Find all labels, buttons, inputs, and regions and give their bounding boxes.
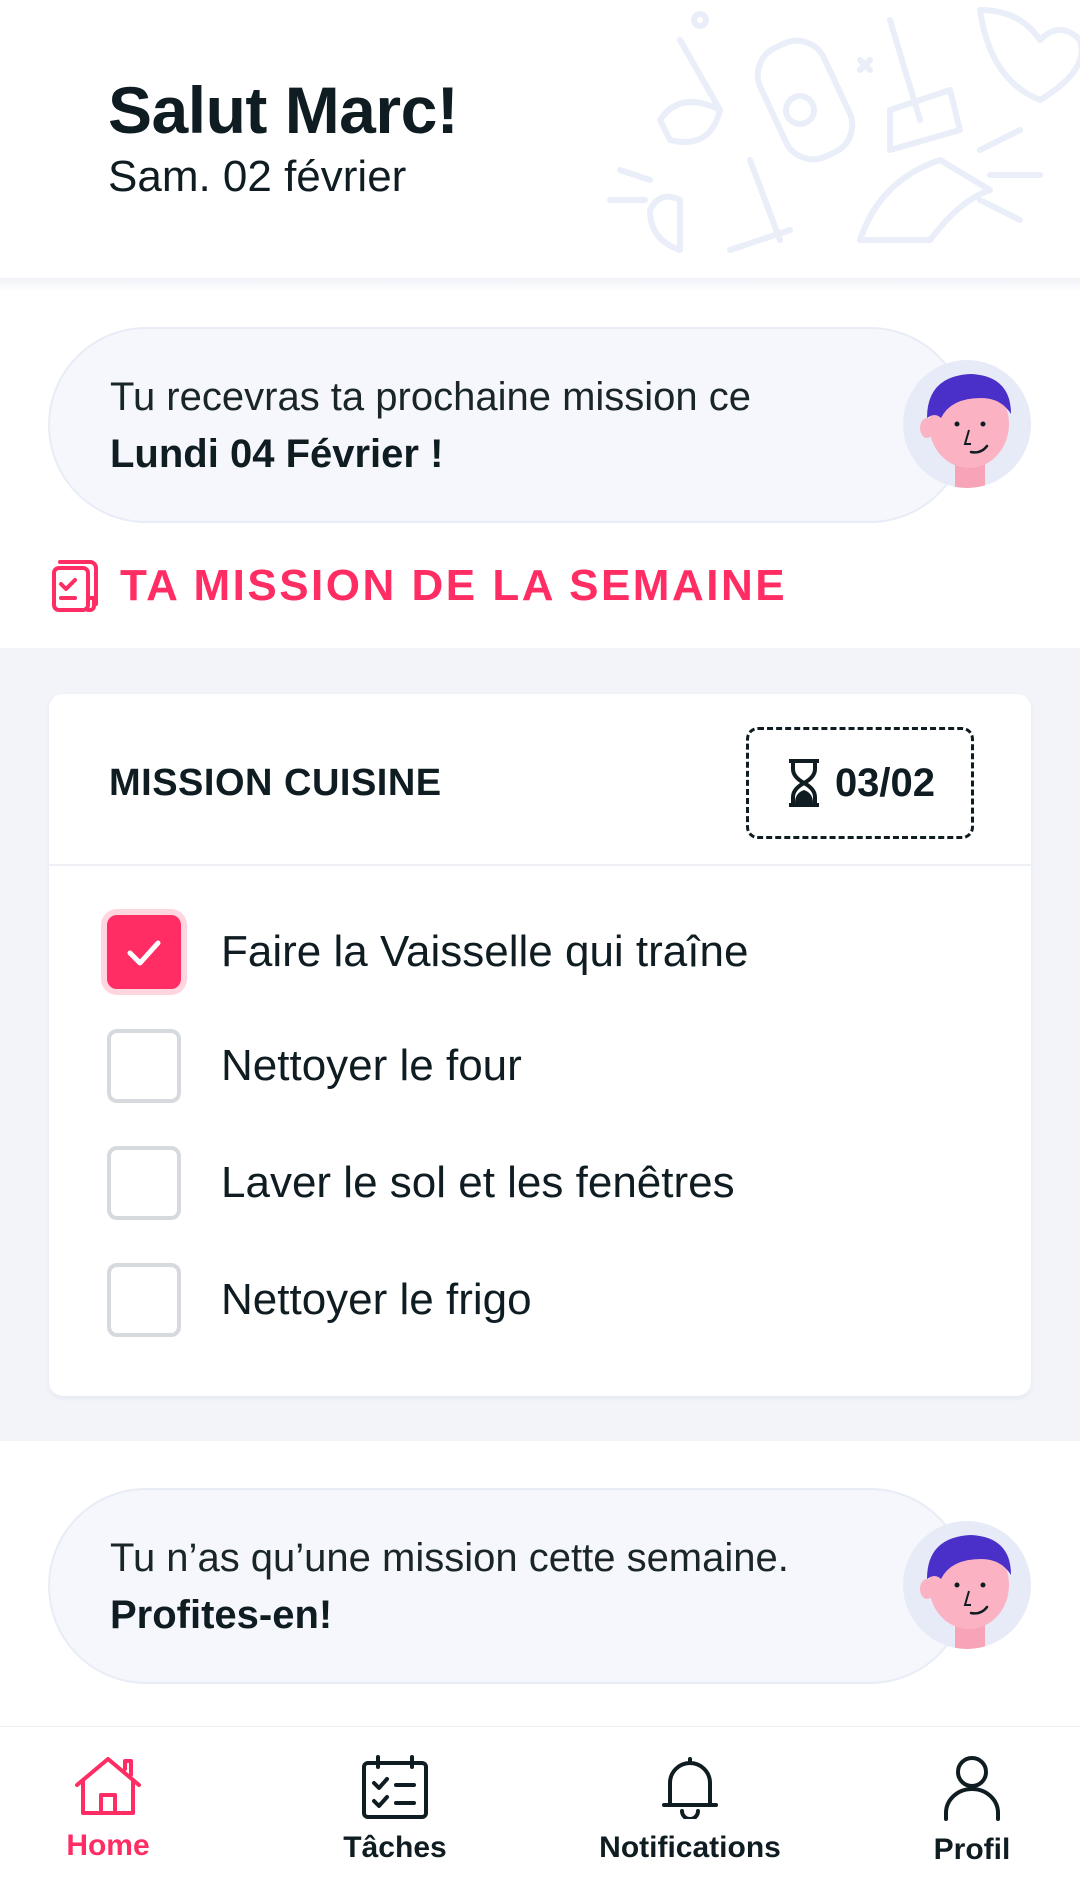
task-label: Nettoyer le frigo: [221, 1275, 532, 1324]
nav-item-profil[interactable]: Profil: [922, 1727, 1022, 1896]
card-divider: [49, 864, 1031, 866]
checkmark-icon: [127, 940, 161, 966]
checklist-document-icon: [52, 560, 98, 612]
cleaning-pattern-decoration: [607, 7, 1080, 253]
task-label: Faire la Vaisselle qui traîne: [221, 927, 749, 976]
character-face-icon: [920, 1535, 1011, 1649]
nav-label: Home: [66, 1829, 150, 1862]
user-icon: [944, 1756, 1000, 1821]
task-checkbox[interactable]: [107, 1146, 181, 1220]
task-checkbox[interactable]: [107, 1029, 181, 1103]
weekly-mission-title: TA MISSION DE LA SEMAINE: [120, 561, 788, 610]
deadline-date: 03/02: [834, 760, 936, 805]
character-face-icon: [920, 374, 1011, 488]
mission-card: MISSION CUISINE 03/02 Faire la Vaisselle…: [49, 694, 1031, 1396]
task-item[interactable]: Laver le sol et les fenêtres: [107, 1143, 987, 1223]
next-mission-bubble: Tu recevras ta prochaine mission ce Lund…: [48, 327, 968, 523]
bell-icon: [662, 1757, 718, 1819]
home-icon: [75, 1757, 141, 1815]
task-item[interactable]: Faire la Vaisselle qui traîne: [107, 912, 987, 992]
greeting-title: Salut Marc!: [108, 73, 459, 147]
assistant-avatar: [903, 1521, 1031, 1649]
next-mission-date: Lundi 04 Février !: [110, 432, 444, 476]
task-label: Laver le sol et les fenêtres: [221, 1158, 735, 1207]
header: Salut Marc! Sam. 02 février: [0, 0, 1080, 283]
summary-text: Tu n’as qu’une mission cette semaine.: [110, 1536, 789, 1580]
bottom-navigation: Home Tâches Notifications Profil: [0, 1726, 1080, 1896]
summary-emphasis: Profites-en!: [110, 1593, 333, 1637]
nav-item-home[interactable]: Home: [48, 1727, 168, 1896]
header-divider: [0, 278, 1080, 292]
nav-label: Profil: [933, 1833, 1011, 1866]
task-label: Nettoyer le four: [221, 1041, 522, 1090]
nav-label: Notifications: [599, 1831, 781, 1864]
nav-item-notifications[interactable]: Notifications: [595, 1727, 785, 1896]
summary-bubble: Tu n’as qu’une mission cette semaine. Pr…: [48, 1488, 968, 1684]
next-mission-text: Tu recevras ta prochaine mission ce: [110, 375, 752, 419]
nav-item-taches[interactable]: Tâches: [330, 1727, 460, 1896]
task-item[interactable]: Nettoyer le four: [107, 1026, 987, 1106]
hourglass-icon: [788, 759, 819, 807]
task-item[interactable]: Nettoyer le frigo: [107, 1260, 987, 1340]
mission-title: MISSION CUISINE: [109, 762, 442, 804]
mission-deadline-badge: 03/02: [746, 727, 974, 839]
task-checkbox[interactable]: [107, 1263, 181, 1337]
current-date: Sam. 02 février: [108, 152, 407, 201]
task-list-icon: [362, 1755, 428, 1819]
nav-label: Tâches: [343, 1831, 447, 1864]
task-checkbox-checked[interactable]: [107, 915, 181, 989]
assistant-avatar: [903, 360, 1031, 488]
weekly-mission-heading: TA MISSION DE LA SEMAINE: [46, 558, 787, 614]
